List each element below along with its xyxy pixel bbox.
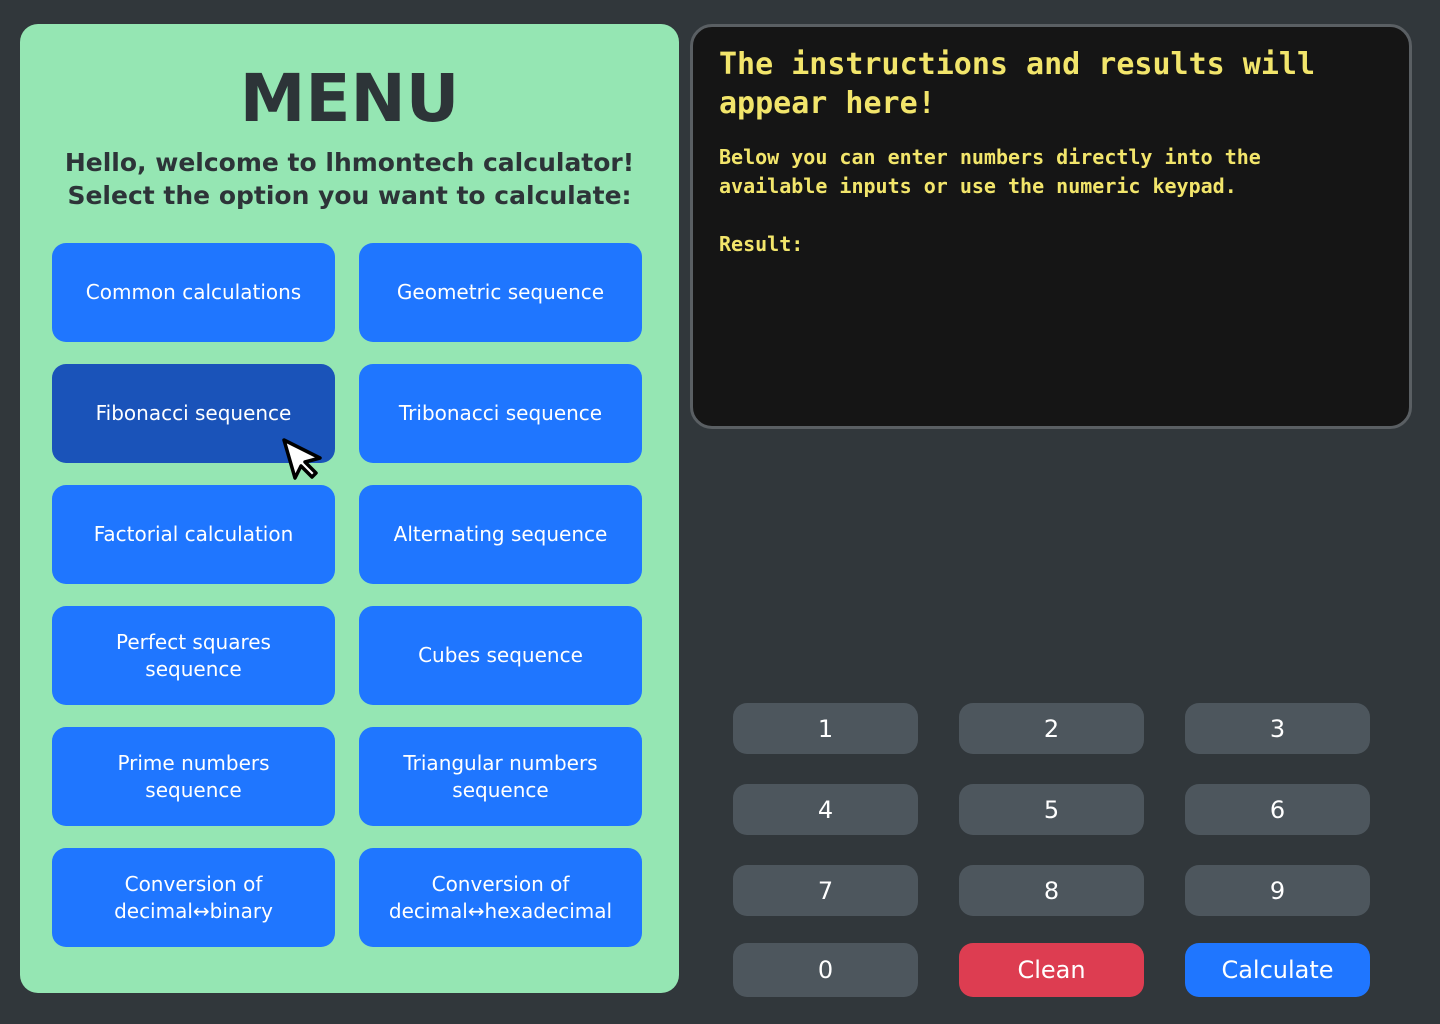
key-3[interactable]: 3 bbox=[1185, 703, 1370, 754]
geometric-sequence-button[interactable]: Geometric sequence bbox=[359, 243, 642, 342]
common-calculations-button[interactable]: Common calculations bbox=[52, 243, 335, 342]
menu-panel: MENU Hello, welcome to lhmontech calcula… bbox=[20, 24, 679, 993]
screen-instructions: Below you can enter numbers directly int… bbox=[719, 145, 1261, 198]
key-4[interactable]: 4 bbox=[733, 784, 918, 835]
menu-options-grid: Common calculations Geometric sequence F… bbox=[52, 243, 642, 947]
menu-title: MENU bbox=[239, 60, 460, 137]
factorial-calculation-button[interactable]: Factorial calculation bbox=[52, 485, 335, 584]
select-option-text: Select the option you want to calculate: bbox=[67, 181, 632, 210]
key-7[interactable]: 7 bbox=[733, 865, 918, 916]
key-9[interactable]: 9 bbox=[1185, 865, 1370, 916]
result-label: Result: bbox=[719, 232, 804, 256]
key-0[interactable]: 0 bbox=[733, 943, 918, 997]
clean-button[interactable]: Clean bbox=[959, 943, 1144, 997]
calculate-button[interactable]: Calculate bbox=[1185, 943, 1370, 997]
perfect-squares-sequence-button[interactable]: Perfect squares sequence bbox=[52, 606, 335, 705]
alternating-sequence-button[interactable]: Alternating sequence bbox=[359, 485, 642, 584]
triangular-numbers-sequence-button[interactable]: Triangular numbers sequence bbox=[359, 727, 642, 826]
key-5[interactable]: 5 bbox=[959, 784, 1144, 835]
tribonacci-sequence-button[interactable]: Tribonacci sequence bbox=[359, 364, 642, 463]
key-1[interactable]: 1 bbox=[733, 703, 918, 754]
numeric-keypad: 1 2 3 4 5 6 7 8 9 0 Clean Calculate bbox=[733, 703, 1370, 997]
fibonacci-sequence-button[interactable]: Fibonacci sequence bbox=[52, 364, 335, 463]
decimal-hexadecimal-conversion-button[interactable]: Conversion of decimal↔hexadecimal bbox=[359, 848, 642, 947]
key-8[interactable]: 8 bbox=[959, 865, 1144, 916]
output-screen: The instructions and results will appear… bbox=[690, 24, 1412, 429]
key-6[interactable]: 6 bbox=[1185, 784, 1370, 835]
screen-heading: The instructions and results will appear… bbox=[719, 47, 1316, 121]
key-2[interactable]: 2 bbox=[959, 703, 1144, 754]
menu-subtitle: Hello, welcome to lhmontech calculator! … bbox=[20, 146, 679, 212]
cubes-sequence-button[interactable]: Cubes sequence bbox=[359, 606, 642, 705]
welcome-text: Hello, welcome to lhmontech calculator! bbox=[64, 148, 635, 177]
decimal-binary-conversion-button[interactable]: Conversion of decimal↔binary bbox=[52, 848, 335, 947]
prime-numbers-sequence-button[interactable]: Prime numbers sequence bbox=[52, 727, 335, 826]
